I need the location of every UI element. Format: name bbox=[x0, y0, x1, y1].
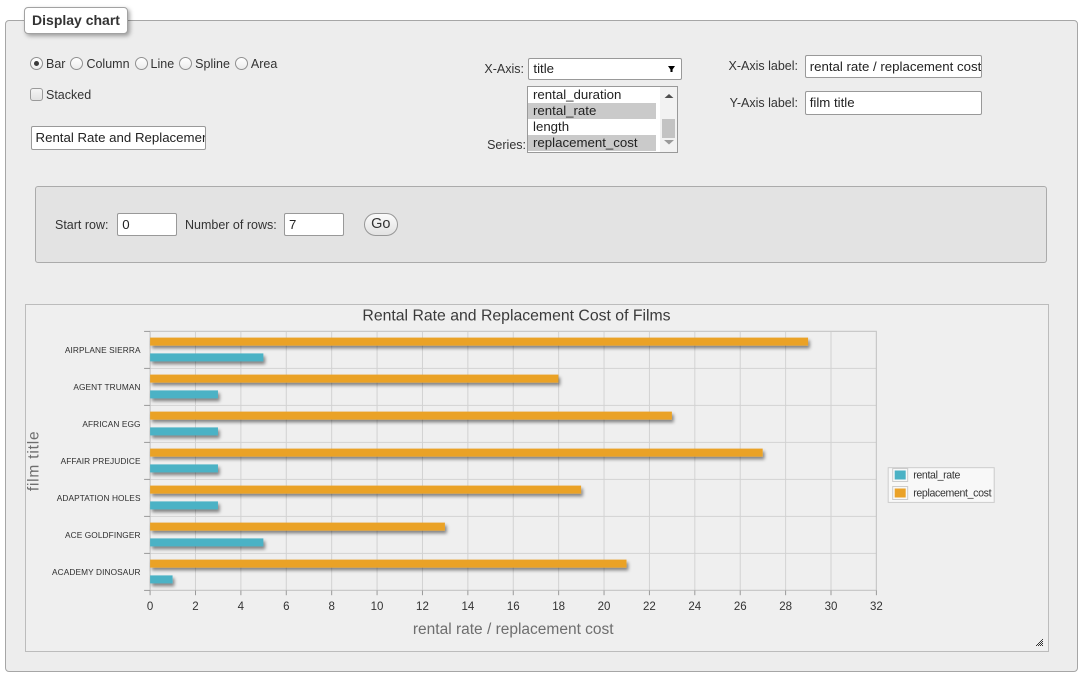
svg-text:24: 24 bbox=[688, 601, 701, 613]
svg-text:20: 20 bbox=[597, 601, 610, 613]
svg-text:ACE GOLDFINGER: ACE GOLDFINGER bbox=[65, 530, 141, 540]
svg-text:AFRICAN EGG: AFRICAN EGG bbox=[82, 419, 140, 429]
svg-text:AFFAIR PREJUDICE: AFFAIR PREJUDICE bbox=[60, 456, 140, 466]
svg-text:0: 0 bbox=[147, 601, 153, 613]
svg-text:8: 8 bbox=[328, 601, 334, 613]
svg-text:rental rate / replacement cost: rental rate / replacement cost bbox=[413, 621, 614, 638]
svg-text:replacement_cost: replacement_cost bbox=[913, 487, 991, 499]
svg-text:18: 18 bbox=[552, 601, 565, 613]
svg-text:22: 22 bbox=[643, 601, 656, 613]
svg-text:2: 2 bbox=[192, 601, 198, 613]
svg-text:14: 14 bbox=[461, 601, 474, 613]
svg-text:4: 4 bbox=[237, 601, 244, 613]
svg-text:10: 10 bbox=[370, 601, 383, 613]
svg-text:16: 16 bbox=[507, 601, 520, 613]
svg-text:26: 26 bbox=[734, 601, 747, 613]
svg-text:AIRPLANE SIERRA: AIRPLANE SIERRA bbox=[65, 345, 141, 355]
svg-text:ADAPTATION HOLES: ADAPTATION HOLES bbox=[56, 493, 140, 503]
svg-text:12: 12 bbox=[416, 601, 429, 613]
svg-text:ACADEMY DINOSAUR: ACADEMY DINOSAUR bbox=[52, 567, 141, 577]
svg-text:6: 6 bbox=[283, 601, 289, 613]
svg-text:28: 28 bbox=[779, 601, 792, 613]
svg-text:32: 32 bbox=[870, 601, 883, 613]
svg-text:30: 30 bbox=[824, 601, 837, 613]
svg-text:Rental Rate and Replacement Co: Rental Rate and Replacement Cost of Film… bbox=[362, 307, 670, 324]
svg-text:rental_rate: rental_rate bbox=[913, 469, 960, 481]
svg-text:film title: film title bbox=[26, 430, 43, 491]
svg-text:AGENT TRUMAN: AGENT TRUMAN bbox=[73, 382, 140, 392]
